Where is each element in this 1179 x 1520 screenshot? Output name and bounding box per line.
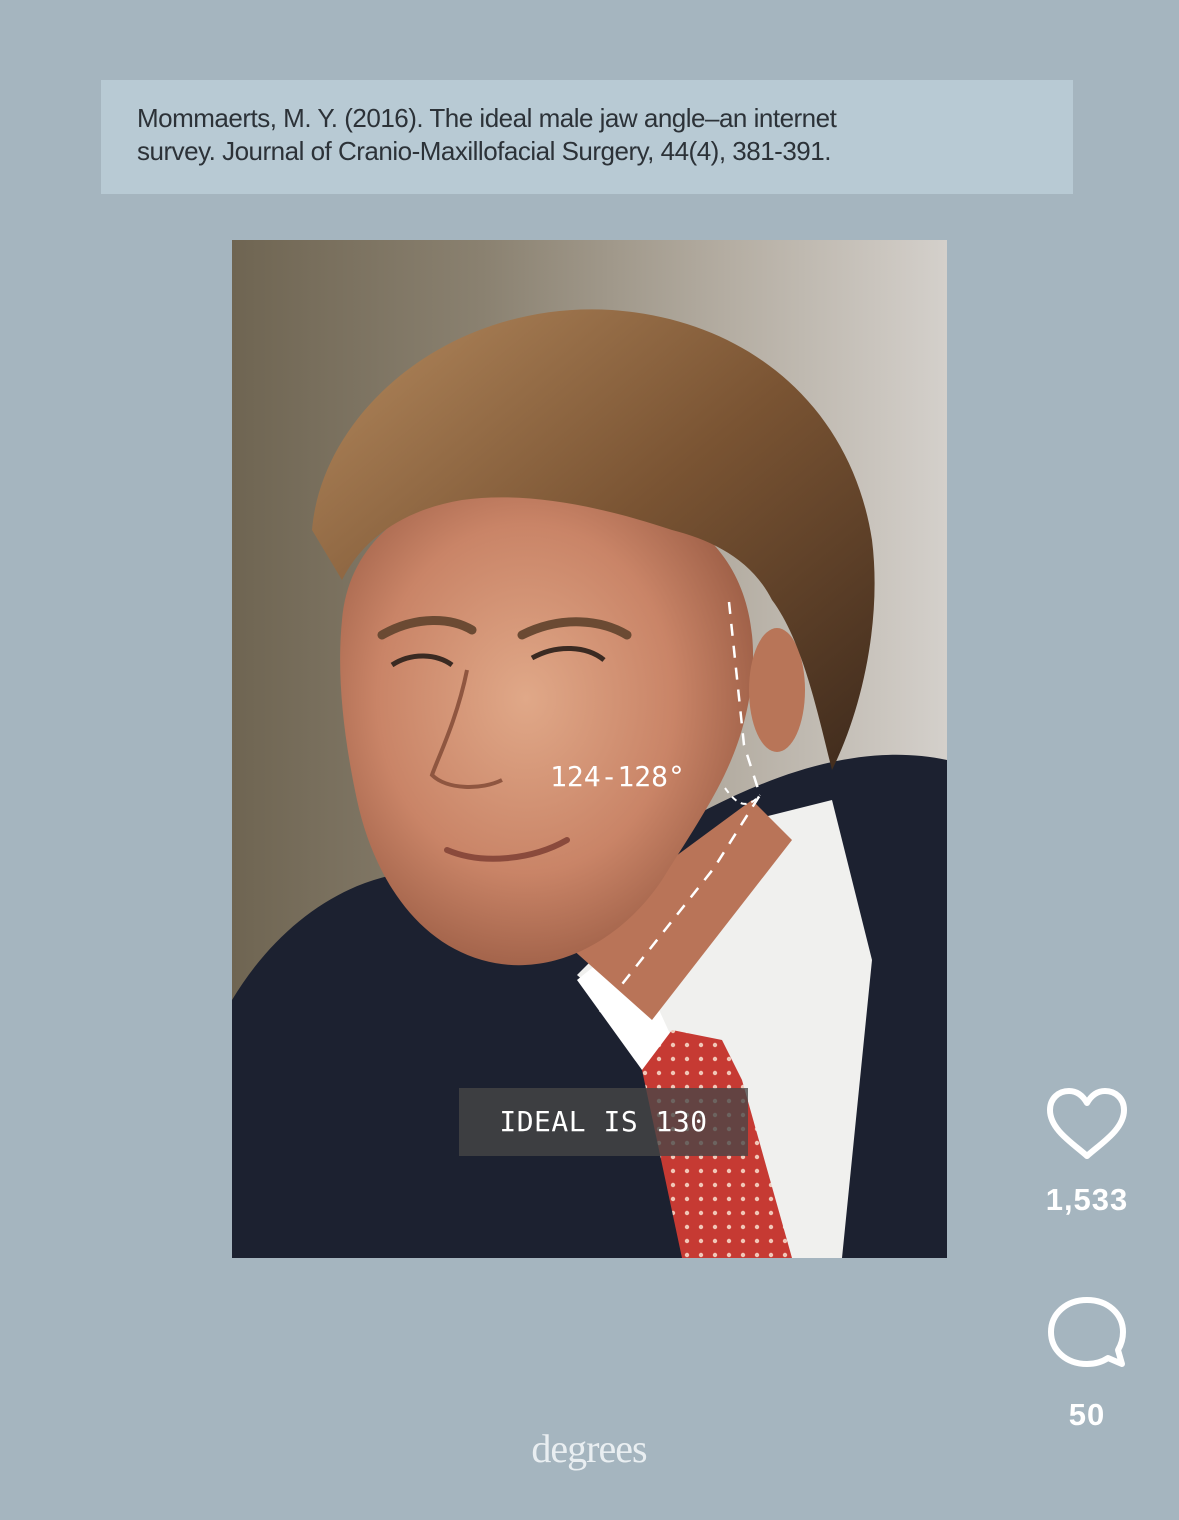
citation-line-1: Mommaerts, M. Y. (2016). The ideal male … bbox=[137, 103, 837, 133]
heart-icon[interactable] bbox=[1046, 1088, 1128, 1160]
like-count: 1,533 bbox=[1045, 1182, 1129, 1217]
like-button[interactable]: 1,533 bbox=[1032, 1088, 1142, 1218]
degrees-watermark: degrees bbox=[531, 1426, 647, 1471]
ideal-angle-badge: IDEAL IS 130 bbox=[459, 1088, 748, 1156]
comment-icon[interactable] bbox=[1046, 1295, 1128, 1371]
citation-box: Mommaerts, M. Y. (2016). The ideal male … bbox=[101, 80, 1073, 194]
comment-button[interactable]: 50 bbox=[1032, 1295, 1142, 1433]
jaw-angle-label: 124-128° bbox=[550, 760, 685, 793]
comment-count: 50 bbox=[1068, 1397, 1106, 1432]
citation-line-2: survey. Journal of Cranio-Maxillofacial … bbox=[137, 136, 831, 166]
portrait-photo: 124-128° IDEAL IS 130 bbox=[232, 240, 947, 1258]
